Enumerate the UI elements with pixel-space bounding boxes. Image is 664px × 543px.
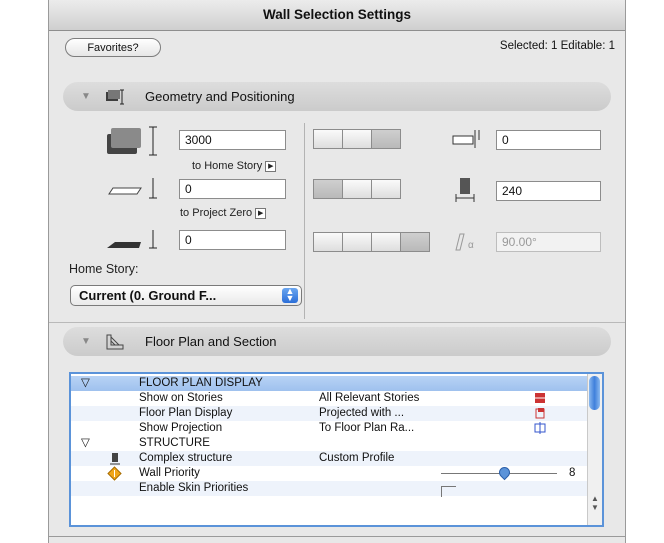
collapse-triangle-icon[interactable]: ▼ bbox=[81, 336, 91, 347]
scroll-arrows-icon[interactable]: ▲ ▼ bbox=[591, 494, 599, 512]
dropdown-arrow-icon[interactable]: ▶ bbox=[265, 160, 277, 172]
expand-triangle-icon[interactable]: ▽ bbox=[81, 436, 101, 451]
wall-type-selector[interactable] bbox=[313, 179, 401, 201]
dropdown-arrow-icon[interactable]: ▶ bbox=[255, 207, 267, 219]
section-geometry-label: Geometry and Positioning bbox=[145, 89, 295, 104]
to-home-story-label: to Home Story bbox=[192, 160, 263, 172]
section-floorplan-header[interactable]: ▼ Floor Plan and Section bbox=[63, 327, 611, 356]
section-separator bbox=[49, 322, 625, 323]
collapse-triangle-icon[interactable]: ▼ bbox=[81, 91, 91, 102]
table-row[interactable]: Show Projection To Floor Plan Ra... bbox=[71, 421, 587, 436]
wall-thickness-icon bbox=[455, 178, 475, 202]
table-row[interactable]: Show on Stories All Relevant Stories bbox=[71, 391, 587, 406]
priority-value: 8 bbox=[569, 467, 576, 479]
row-name: Show on Stories bbox=[139, 392, 223, 404]
reference-line-selector[interactable] bbox=[313, 129, 401, 151]
column-divider bbox=[304, 123, 305, 319]
base-level-icon bbox=[107, 230, 157, 249]
row-value[interactable]: To Floor Plan Ra... bbox=[319, 421, 414, 436]
row-name: Complex structure bbox=[139, 452, 233, 464]
priority-slider[interactable] bbox=[441, 464, 557, 481]
slanted-wall-icon[interactable] bbox=[342, 232, 372, 252]
slider-thumb[interactable] bbox=[496, 464, 513, 481]
stories-icon bbox=[535, 393, 545, 403]
scrollbar-thumb[interactable] bbox=[589, 376, 600, 410]
to-home-story-row[interactable]: to Home Story ▶ bbox=[192, 160, 277, 172]
row-name: Floor Plan Display bbox=[139, 407, 233, 419]
row-value[interactable]: All Relevant Stories bbox=[319, 391, 419, 406]
table-row[interactable]: Wall Priority 8 bbox=[71, 464, 587, 481]
row-name: Wall Priority bbox=[139, 467, 200, 479]
slant-angle-field: 90.00° bbox=[496, 232, 601, 252]
wall-geometry-selector[interactable] bbox=[313, 232, 430, 254]
table-row[interactable]: Floor Plan Display Projected with ... bbox=[71, 406, 587, 421]
checkbox-icon[interactable] bbox=[441, 486, 456, 497]
updown-arrows-icon: ▲ ▼ bbox=[282, 287, 298, 303]
home-story-select[interactable]: Current (0. Ground F... ▲ ▼ bbox=[70, 285, 302, 306]
table-group-row[interactable]: ▽ FLOOR PLAN DISPLAY bbox=[71, 376, 587, 391]
projection-icon bbox=[535, 408, 545, 419]
expand-triangle-icon[interactable]: ▽ bbox=[81, 376, 101, 391]
to-project-zero-row[interactable]: to Project Zero ▶ bbox=[180, 207, 267, 219]
row-value[interactable]: Custom Profile bbox=[319, 451, 394, 466]
profiled-wall-icon[interactable] bbox=[400, 232, 430, 252]
wall-height-icon bbox=[107, 126, 157, 156]
table-group-row[interactable]: ▽ STRUCTURE bbox=[71, 436, 587, 451]
window-bottom-edge bbox=[49, 536, 625, 537]
range-icon bbox=[534, 422, 546, 434]
bottom-offset-icon bbox=[108, 178, 157, 199]
selection-info: Selected: 1 Editable: 1 bbox=[499, 40, 615, 52]
ref-line-outside-icon[interactable] bbox=[313, 129, 343, 149]
section-floorplan-label: Floor Plan and Section bbox=[145, 334, 277, 349]
trapezoid-wall-icon[interactable] bbox=[342, 179, 372, 199]
table-row[interactable]: Enable Skin Priorities bbox=[71, 481, 587, 497]
ref-line-center-icon[interactable] bbox=[342, 129, 372, 149]
reference-offset-icon bbox=[452, 130, 480, 148]
home-story-value: Current (0. Ground F... bbox=[79, 288, 217, 303]
straight-wall-icon[interactable] bbox=[313, 179, 343, 199]
home-story-label: Home Story: bbox=[69, 262, 139, 276]
row-name: Enable Skin Priorities bbox=[139, 482, 249, 494]
table-row[interactable]: Complex structure Custom Profile bbox=[71, 451, 587, 466]
ref-line-inside-icon[interactable] bbox=[371, 129, 401, 149]
title-bar[interactable]: Wall Selection Settings bbox=[49, 0, 625, 31]
vertical-wall-icon[interactable] bbox=[313, 232, 343, 252]
row-value[interactable]: Projected with ... bbox=[319, 406, 404, 421]
base-level-field[interactable]: 0 bbox=[179, 230, 286, 250]
window-title: Wall Selection Settings bbox=[262, 7, 412, 22]
svg-text:α: α bbox=[468, 240, 474, 251]
priority-icon bbox=[107, 466, 122, 481]
group-label: STRUCTURE bbox=[139, 437, 210, 449]
wall-thickness-field[interactable]: 240 bbox=[496, 181, 601, 201]
table-scrollbar[interactable]: ▲ ▼ bbox=[587, 374, 602, 525]
reference-offset-field[interactable]: 0 bbox=[496, 130, 601, 150]
wall-height-field[interactable]: 3000 bbox=[179, 130, 286, 150]
settings-table[interactable]: ▽ FLOOR PLAN DISPLAY Show on Stories All… bbox=[69, 372, 604, 527]
bottom-offset-field[interactable]: 0 bbox=[179, 179, 286, 199]
profile-icon bbox=[110, 453, 120, 465]
row-name: Show Projection bbox=[139, 422, 223, 434]
floor-plan-icon bbox=[106, 334, 124, 350]
double-slanted-wall-icon[interactable] bbox=[371, 232, 401, 252]
group-label: FLOOR PLAN DISPLAY bbox=[139, 377, 263, 389]
wall-geometry-icon bbox=[106, 89, 124, 105]
to-project-zero-label: to Project Zero bbox=[180, 207, 253, 219]
section-geometry-header[interactable]: ▼ Geometry and Positioning bbox=[63, 82, 611, 111]
favorites-button[interactable]: Favorites? bbox=[65, 38, 161, 57]
polygonal-wall-icon[interactable] bbox=[371, 179, 401, 199]
slant-angle-icon: α bbox=[455, 233, 474, 251]
settings-window: Wall Selection Settings Favorites? Selec… bbox=[48, 0, 626, 543]
